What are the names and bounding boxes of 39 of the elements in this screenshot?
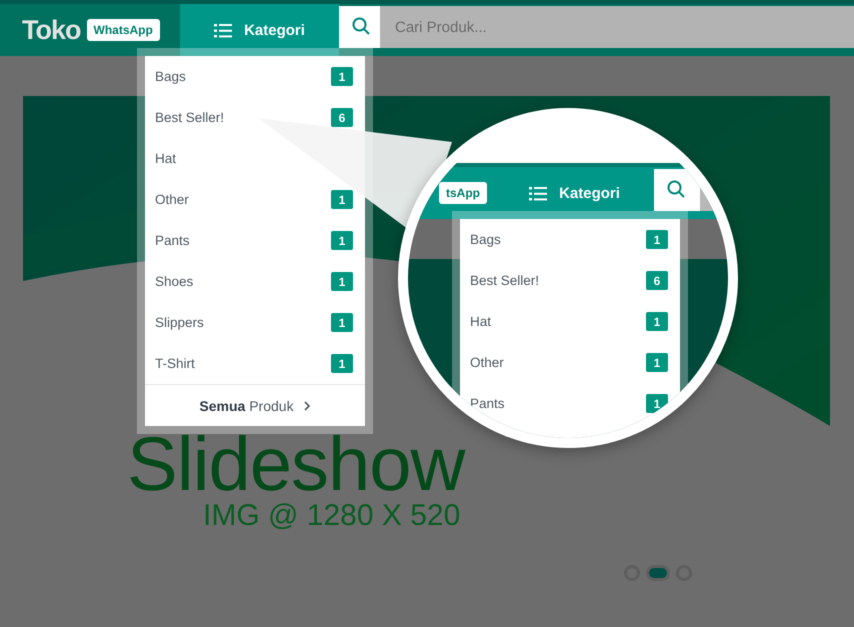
count-badge: 1 — [331, 231, 353, 250]
category-item[interactable]: Other — [470, 355, 504, 370]
whatsapp-badge[interactable]: WhatsApp — [86, 19, 160, 41]
category-item[interactable]: Slippers — [155, 315, 204, 330]
search-field[interactable]: Cari Produk... — [339, 6, 854, 48]
count-badge: 1 — [646, 394, 668, 413]
category-item[interactable]: Pants — [470, 396, 505, 411]
count-badge: 6 — [646, 271, 668, 290]
search-field[interactable] — [654, 169, 700, 211]
count-badge: 1 — [646, 312, 668, 331]
count-badge: 1 — [331, 67, 353, 86]
category-button[interactable]: Kategori — [180, 4, 339, 56]
slide-title: Slideshow — [127, 429, 464, 502]
category-item[interactable]: T-Shirt — [155, 356, 195, 371]
count-badge: 6 — [331, 108, 353, 127]
category-item[interactable]: Bags — [155, 69, 186, 84]
list-icon — [214, 22, 232, 38]
category-item[interactable]: Bags — [470, 232, 501, 247]
category-item[interactable]: Other — [155, 192, 189, 207]
list-icon — [529, 186, 548, 200]
search-icon — [352, 17, 370, 35]
count-badge: 1 — [646, 230, 668, 249]
all-products-link[interactable]: Semua Produk — [199, 398, 311, 414]
slide-subtitle: IMG @ 1280 X 520 — [203, 499, 460, 534]
category-item[interactable]: Hat — [470, 314, 492, 329]
count-badge: 1 — [331, 313, 353, 332]
count-badge: 1 — [331, 190, 353, 209]
chevron-icon — [304, 400, 311, 410]
category-item[interactable]: Shoes — [155, 274, 194, 289]
search-icon — [667, 180, 685, 198]
count-badge: 1 — [646, 353, 668, 372]
count-badge: 1 — [331, 272, 353, 291]
logo: Toko — [22, 14, 80, 46]
category-item[interactable]: Best Seller! — [155, 110, 224, 125]
whatsapp-badge[interactable]: tsApp — [439, 182, 487, 204]
count-badge: 1 — [331, 354, 353, 373]
category-item[interactable]: Pants — [155, 233, 190, 248]
category-item[interactable]: Hat — [155, 151, 176, 166]
category-item[interactable]: Best Seller! — [470, 273, 540, 288]
